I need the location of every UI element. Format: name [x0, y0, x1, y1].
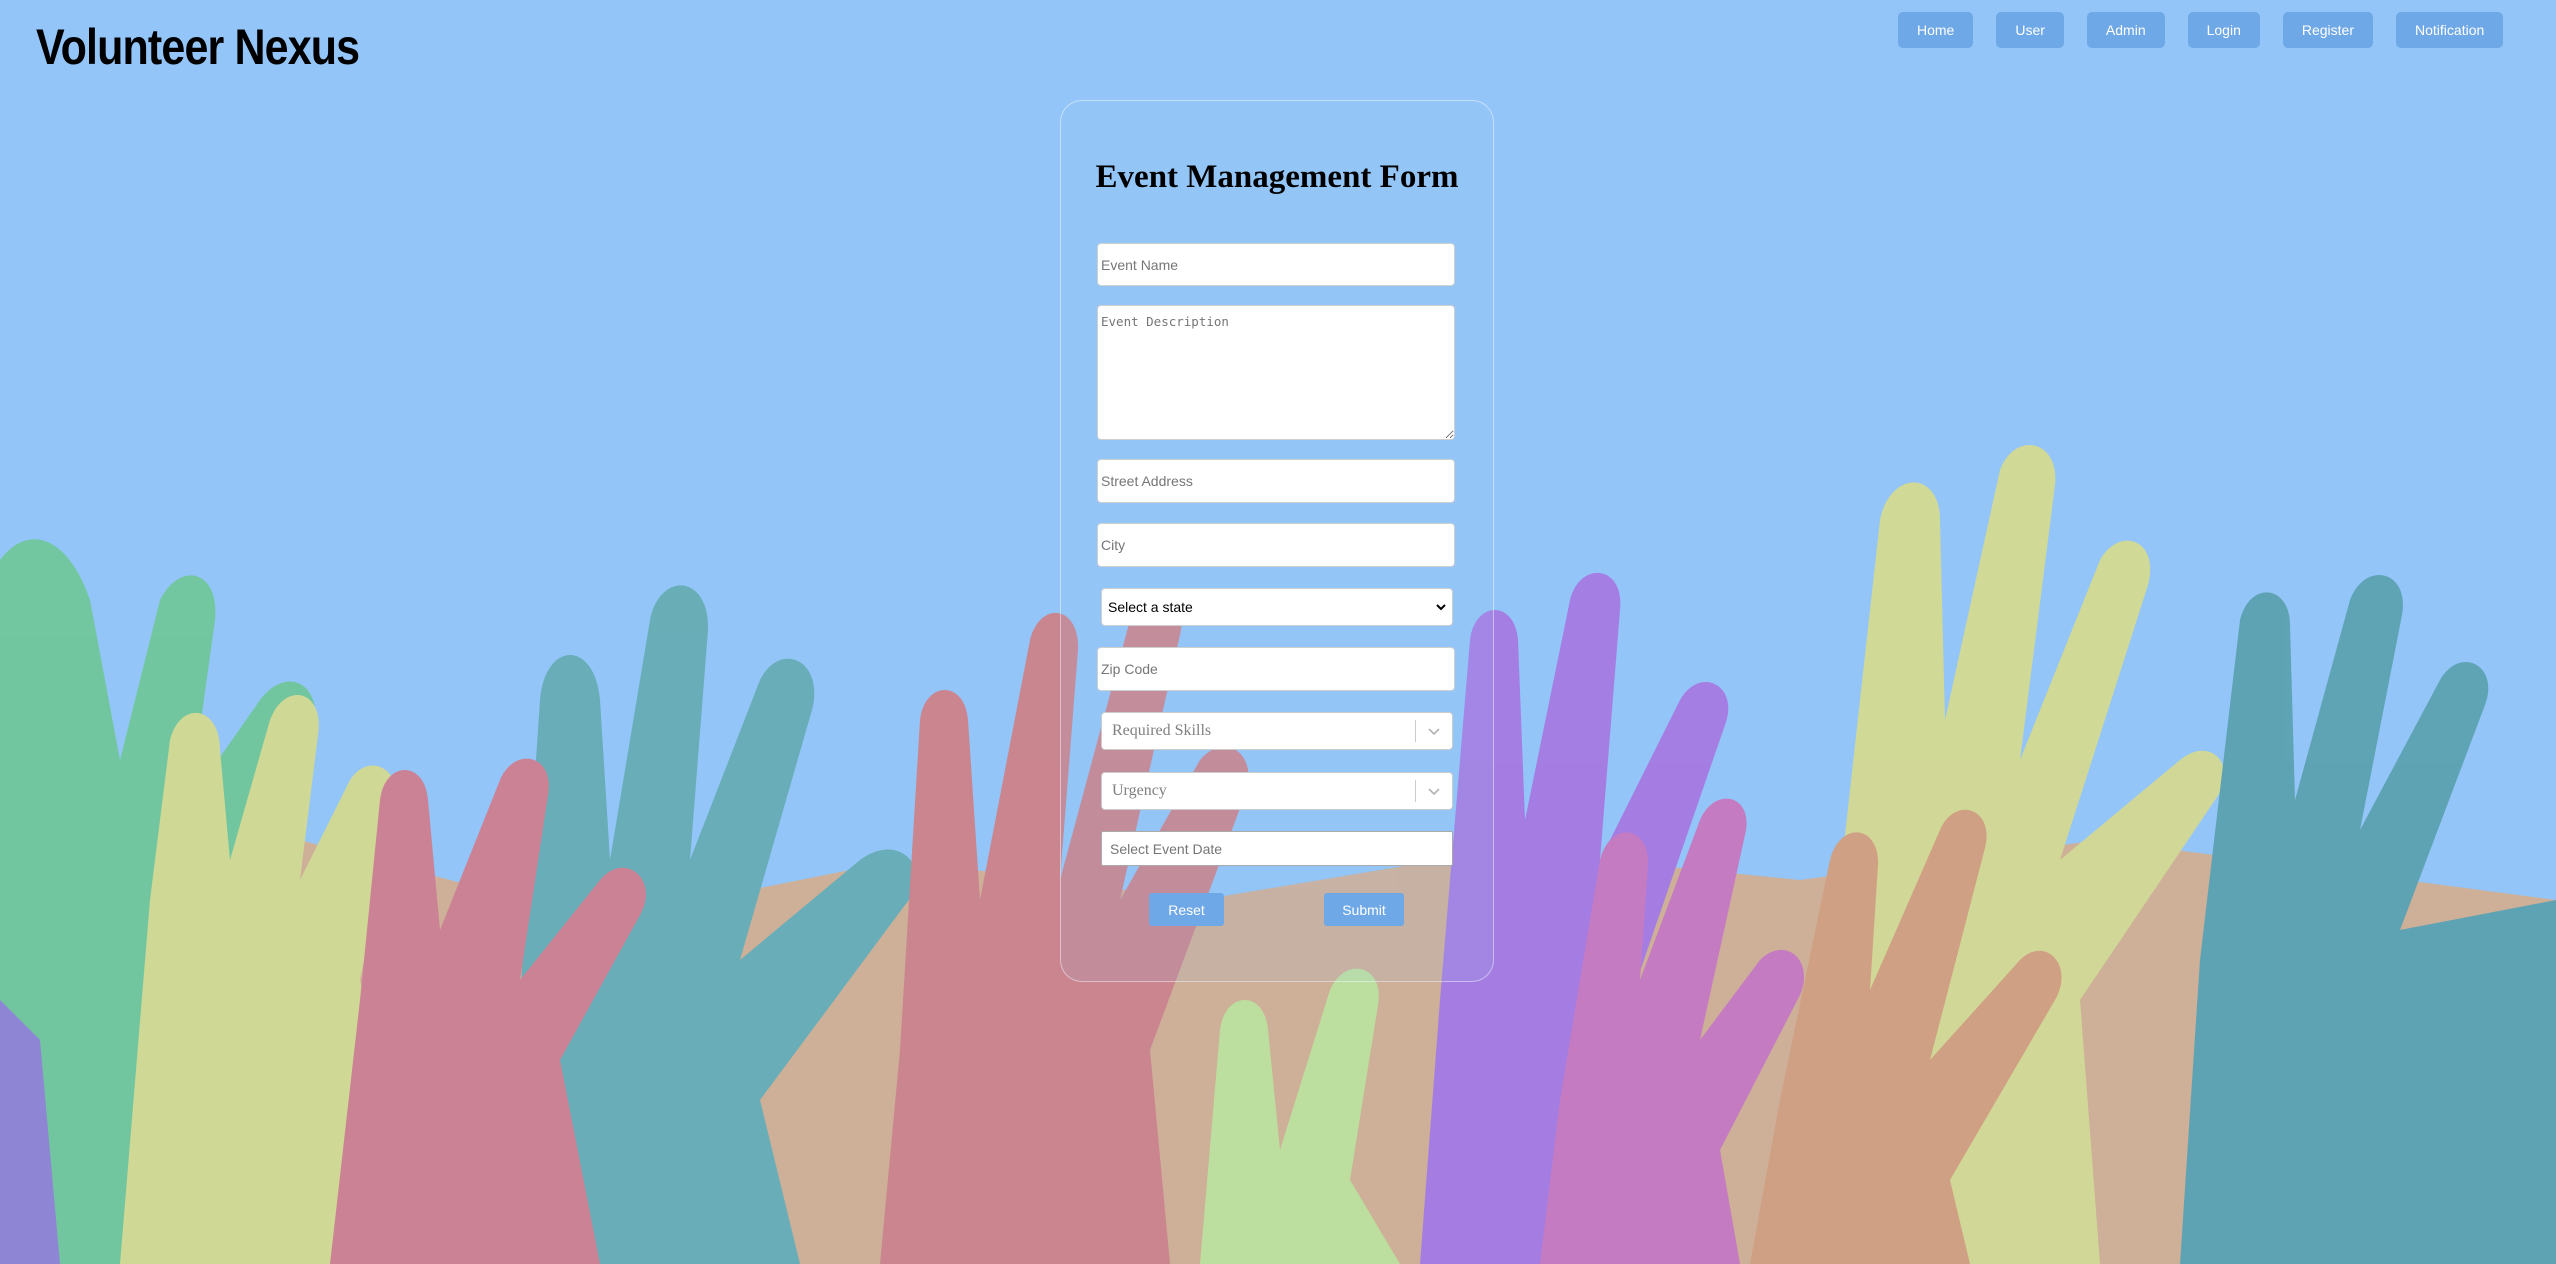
event-description-textarea[interactable] [1097, 305, 1455, 440]
event-date-input[interactable] [1101, 831, 1453, 866]
urgency-select[interactable]: Urgency [1101, 772, 1453, 810]
required-skills-placeholder: Required Skills [1112, 722, 1212, 739]
nav-admin-button[interactable]: Admin [2086, 12, 2165, 48]
event-form-card: Event Management Form Select a state Req… [1060, 100, 1494, 982]
nav-home-button[interactable]: Home [1898, 12, 1974, 48]
nav-user-button[interactable]: User [1996, 12, 2064, 48]
chevron-down-icon[interactable] [1416, 713, 1452, 749]
top-nav: Home User Admin Login Register Notificat… [1898, 12, 2504, 48]
urgency-placeholder: Urgency [1112, 782, 1167, 799]
required-skills-select[interactable]: Required Skills [1101, 712, 1453, 750]
chevron-down-icon [1436, 604, 1446, 611]
city-input[interactable] [1097, 523, 1455, 567]
chevron-down-icon[interactable] [1416, 773, 1452, 809]
state-select-value: Select a state [1108, 599, 1193, 615]
zip-code-input[interactable] [1097, 647, 1455, 691]
reset-button[interactable]: Reset [1149, 893, 1224, 926]
brand-logo: Volunteer Nexus [36, 19, 360, 75]
nav-register-button[interactable]: Register [2282, 12, 2374, 48]
state-select[interactable]: Select a state [1101, 588, 1453, 626]
street-address-input[interactable] [1097, 459, 1455, 503]
event-name-input[interactable] [1097, 243, 1455, 286]
form-title: Event Management Form [1095, 159, 1459, 195]
nav-login-button[interactable]: Login [2187, 12, 2260, 48]
nav-notification-button[interactable]: Notification [2396, 12, 2504, 48]
submit-button[interactable]: Submit [1324, 893, 1404, 926]
